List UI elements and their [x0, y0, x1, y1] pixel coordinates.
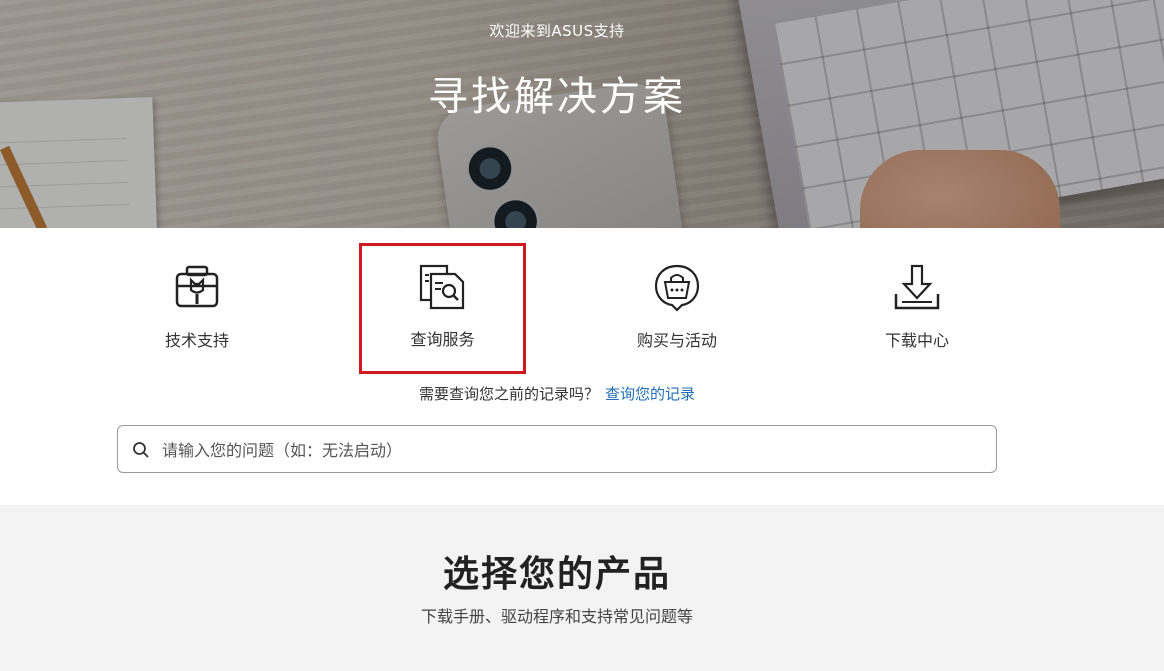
product-section: 选择您的产品 下载手册、驱动程序和支持常见问题等	[0, 505, 1164, 671]
service-label: 下载中心	[884, 331, 949, 350]
product-section-subtitle: 下载手册、驱动程序和支持常见问题等	[420, 607, 693, 626]
hero-banner: 欢迎来到ASUS支持 寻找解决方案	[0, 0, 1164, 228]
hero-title: 寻找解决方案	[428, 74, 686, 120]
purchase-events-icon	[654, 264, 700, 312]
service-download[interactable]: 下载中心	[837, 244, 997, 359]
search-input[interactable]	[160, 432, 984, 468]
service-purchase-events[interactable]: 购买与活动	[597, 244, 757, 359]
hero-welcome: 欢迎来到ASUS支持	[489, 22, 625, 40]
service-menu: 技术支持 查询服务 购买与活动 下载中心	[0, 243, 1164, 374]
tech-support-icon	[175, 265, 219, 308]
service-label: 购买与活动	[636, 331, 717, 350]
download-icon	[894, 264, 940, 310]
search-box[interactable]	[117, 425, 997, 473]
service-label: 查询服务	[410, 330, 475, 349]
records-prompt: 需要查询您之前的记录吗？	[418, 385, 599, 403]
service-label: 技术支持	[164, 331, 229, 350]
product-section-title: 选择您的产品	[442, 554, 671, 595]
records-link[interactable]: 查询您的记录	[605, 385, 695, 403]
inquiry-service-icon	[419, 264, 465, 310]
service-inquiry[interactable]: 查询服务	[359, 243, 526, 374]
search-icon	[133, 442, 149, 458]
records-prompt-row: 需要查询您之前的记录吗？ 查询您的记录	[0, 383, 1114, 404]
service-tech-support[interactable]: 技术支持	[117, 244, 277, 359]
